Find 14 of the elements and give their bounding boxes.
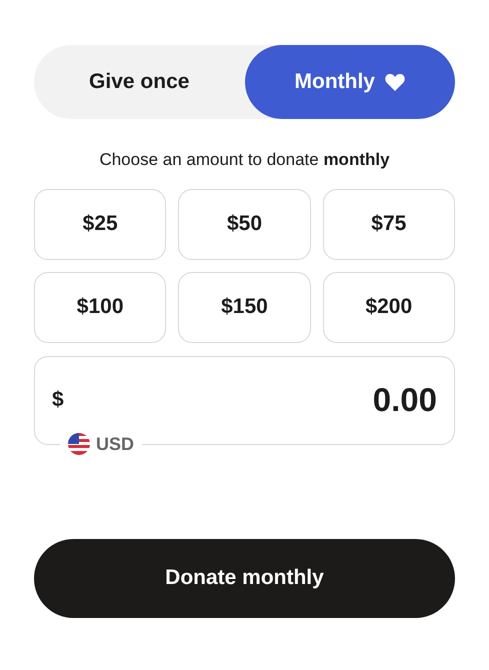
amount-value: 0.00 xyxy=(372,380,437,420)
amount-option[interactable]: $150 xyxy=(178,272,311,342)
amount-option[interactable]: $75 xyxy=(322,188,455,260)
frequency-tab[interactable]: Give once xyxy=(34,45,244,119)
currency-selector[interactable]: USD xyxy=(60,430,142,458)
currency-symbol: $ xyxy=(52,387,64,414)
amount-option[interactable]: $100 xyxy=(34,272,166,342)
donate-button[interactable]: Donate monthly xyxy=(34,538,455,618)
amount-option[interactable]: $50 xyxy=(178,188,311,260)
amount-option[interactable]: $25 xyxy=(34,188,166,260)
amount-prompt: Choose an amount to donate monthly xyxy=(98,149,391,171)
frequency-tab[interactable]: Monthly xyxy=(244,45,455,119)
amount-option[interactable]: $200 xyxy=(322,272,455,342)
flag-icon xyxy=(68,433,90,455)
